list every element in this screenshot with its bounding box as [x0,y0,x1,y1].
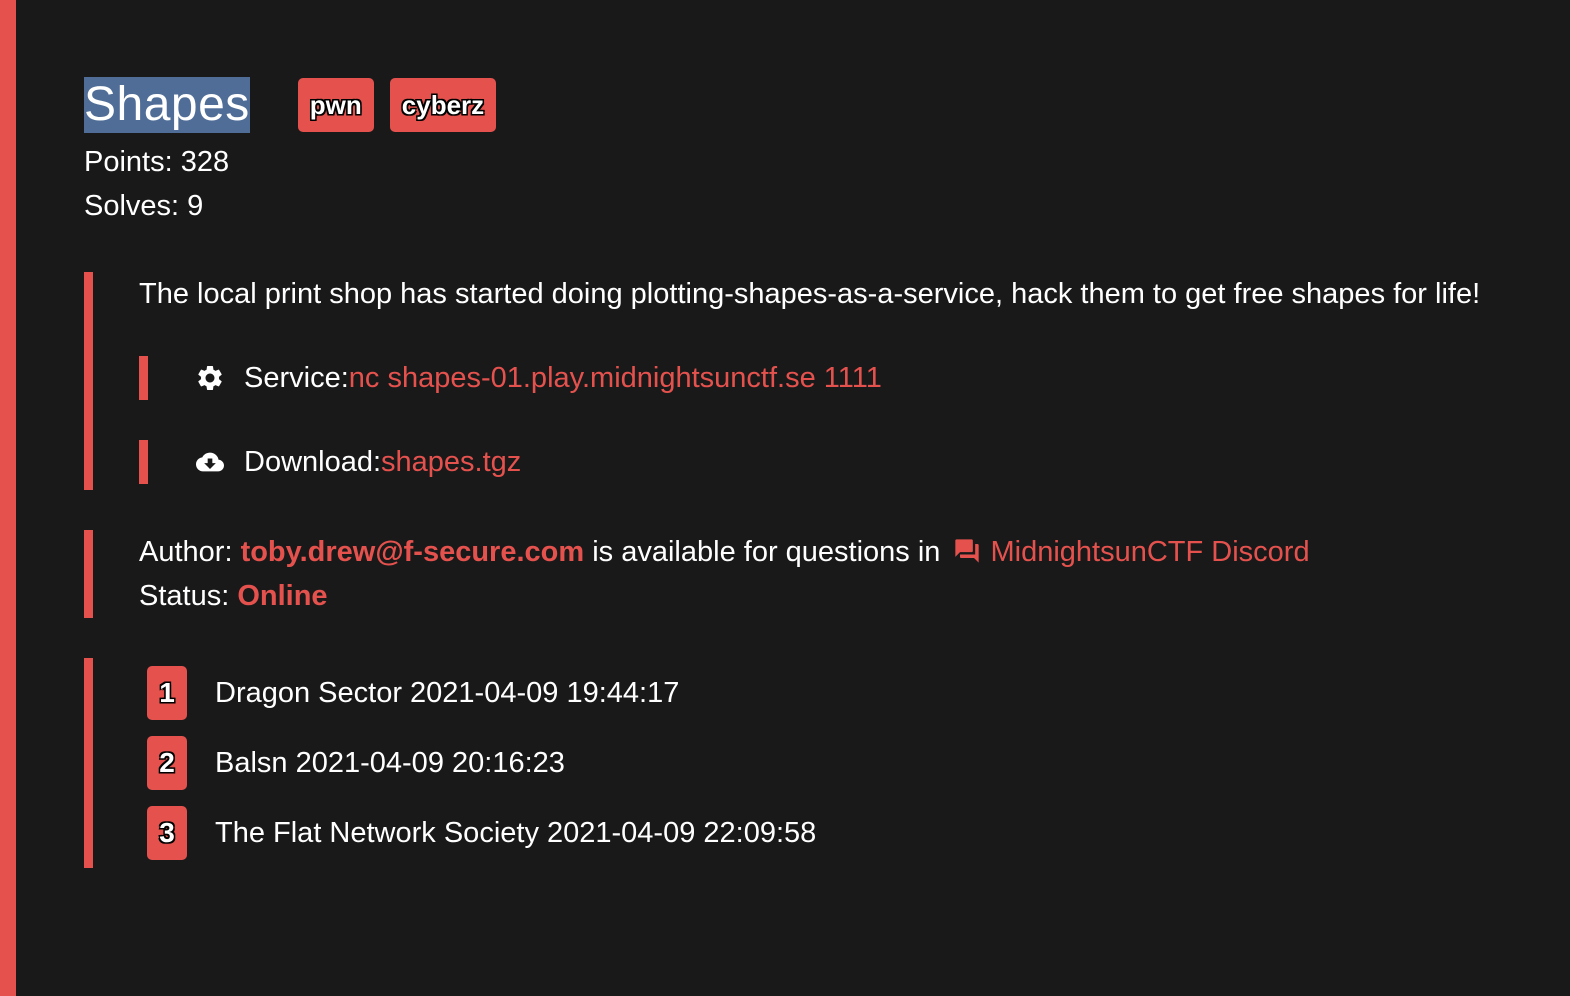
description-block: The local print shop has started doing p… [84,272,1544,490]
author-email-link[interactable]: toby.drew@f-secure.com [241,536,585,568]
download-item: Download: shapes.tgz [139,440,1544,484]
cloud-download-icon [194,446,226,478]
status-line: Status: Online [139,574,1544,618]
download-label: Download: [244,445,382,478]
challenge-title: Shapes [84,77,250,133]
list-item: 2 Balsn 2021-04-09 20:16:23 [139,736,1544,790]
solves-label: Solves: 9 [84,190,204,222]
rank-badge: 1 [147,666,187,720]
solve-entry: The Flat Network Society 2021-04-09 22:0… [215,816,817,849]
title-row: Shapes pwn cyberz [84,76,1544,134]
author-label: Author: [139,536,241,568]
status-label: Status: [139,580,238,612]
solves-list: 1 Dragon Sector 2021-04-09 19:44:17 2 Ba… [84,658,1544,868]
list-item: 3 The Flat Network Society 2021-04-09 22… [139,806,1544,860]
challenge-stats: Points: 328 Solves: 9 [84,140,1544,228]
rank-badge: 2 [147,736,187,790]
service-label: Service: [244,361,349,394]
status-value: Online [237,580,328,612]
gear-icon [194,362,226,394]
solve-entry: Dragon Sector 2021-04-09 19:44:17 [215,676,680,709]
download-link[interactable]: shapes.tgz [381,446,521,479]
author-block: Author: toby.drew@f-secure.com is availa… [84,530,1544,618]
rank-badge: 3 [147,806,187,860]
challenge-description: The local print shop has started doing p… [139,278,1481,310]
tag-pwn[interactable]: pwn [297,78,374,132]
list-item: 1 Dragon Sector 2021-04-09 19:44:17 [139,666,1544,720]
challenge-page: Shapes pwn cyberz Points: 328 Solves: 9 … [0,0,1570,996]
points-label: Points: 328 [84,146,230,178]
service-item: Service: nc shapes-01.play.midnightsunct… [139,356,1544,400]
author-line: Author: toby.drew@f-secure.com is availa… [139,530,1544,574]
solve-entry: Balsn 2021-04-09 20:16:23 [215,746,565,779]
service-link[interactable]: nc shapes-01.play.midnightsunctf.se 1111 [349,362,882,395]
author-middle-text: is available for questions in [584,536,949,568]
challenge-content: Shapes pwn cyberz Points: 328 Solves: 9 … [84,76,1544,868]
chat-icon [952,534,982,563]
discord-link[interactable]: MidnightsunCTF Discord [990,536,1309,568]
tag-cyberz[interactable]: cyberz [389,78,497,132]
